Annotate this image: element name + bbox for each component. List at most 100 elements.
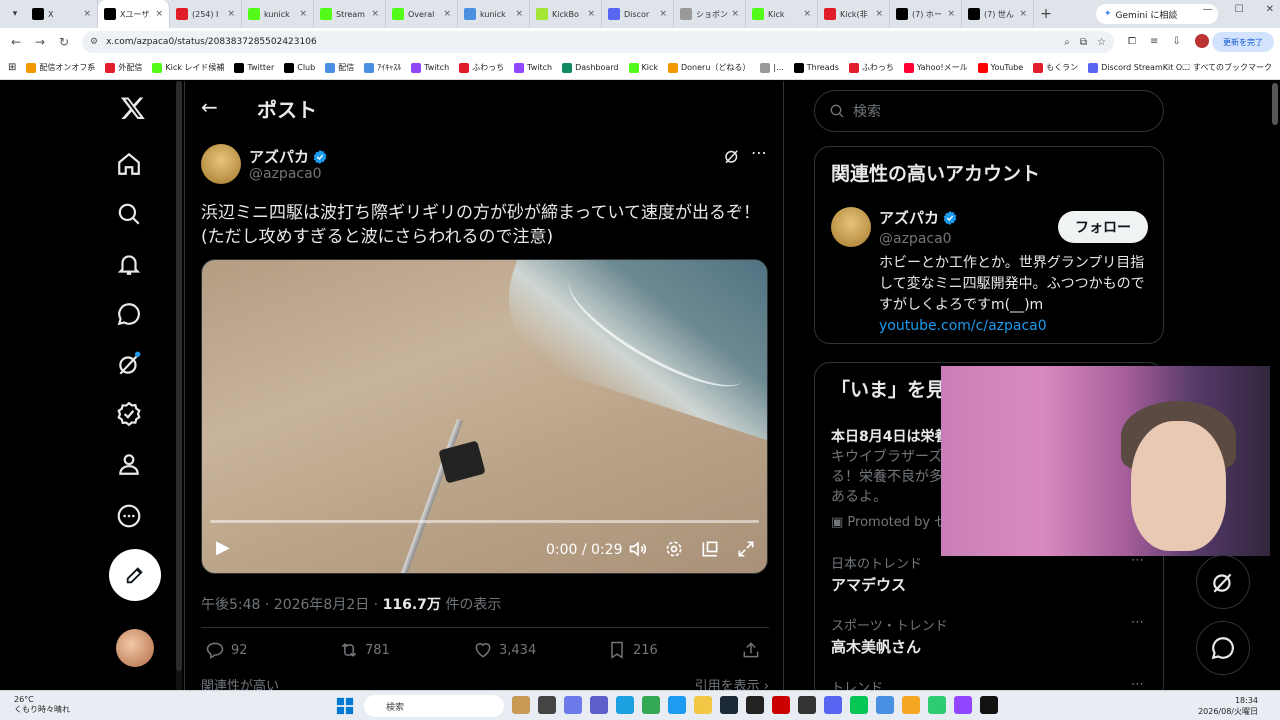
app-icon[interactable]: [668, 696, 686, 714]
compose-button[interactable]: [109, 549, 161, 601]
tab-close-icon[interactable]: ×: [947, 9, 955, 19]
like-button[interactable]: 3,434: [473, 640, 536, 660]
browser-tab[interactable]: Stream ×: [314, 0, 386, 28]
bookmark-item[interactable]: ｱｲｷｬｽﾙ: [364, 62, 401, 73]
back-icon[interactable]: ←: [4, 35, 28, 49]
tab-close-icon[interactable]: ×: [875, 9, 883, 19]
app-icon[interactable]: [902, 696, 920, 714]
tab-close-icon[interactable]: ×: [443, 9, 451, 19]
reply-button[interactable]: 92: [205, 640, 248, 660]
discord-icon[interactable]: [824, 696, 842, 714]
app-icon[interactable]: [746, 696, 764, 714]
browser-tab[interactable]: KickBo ×: [530, 0, 602, 28]
page-scrollbar[interactable]: [1270, 81, 1280, 690]
browser-tab[interactable]: (7) ホー ×: [890, 0, 962, 28]
bookmark-item[interactable]: ふわっち: [848, 62, 894, 73]
bookmark-item[interactable]: Twitch: [514, 62, 552, 73]
tab-close-icon[interactable]: ×: [587, 9, 595, 19]
tab-close-icon[interactable]: ×: [227, 9, 235, 19]
explore-icon[interactable]: [116, 201, 142, 227]
url-field[interactable]: ⚙ x.com/azpaca0/status/20838372855024231…: [82, 31, 1114, 53]
tab-close-icon[interactable]: ×: [803, 9, 811, 19]
all-bookmarks[interactable]: 🗀 すべてのブックマーク: [1182, 62, 1272, 76]
browser-tab[interactable]: (7) 世ん ×: [962, 0, 1034, 28]
bookmark-item[interactable]: Twitch: [411, 62, 449, 73]
author-handle[interactable]: @azpaca0: [249, 166, 322, 182]
grok-explain-icon[interactable]: [723, 147, 741, 165]
browser-tab[interactable]: kunick ×: [242, 0, 314, 28]
fullscreen-icon[interactable]: [736, 539, 756, 559]
minimize-icon[interactable]: —: [1203, 4, 1213, 15]
back-arrow-icon[interactable]: ←: [201, 95, 218, 119]
new-tab-button[interactable]: +: [1034, 6, 1058, 22]
record-icon[interactable]: [772, 696, 790, 714]
browser-tab[interactable]: (254) I ×: [170, 0, 242, 28]
browser-tab[interactable]: ショボン ×: [674, 0, 746, 28]
video-progress-bar[interactable]: [210, 520, 759, 523]
profile-avatar[interactable]: [1194, 34, 1209, 48]
bookmark-item[interactable]: Doneru（どねる）: [668, 62, 750, 73]
related-bio-link[interactable]: youtube.com/c/azpaca0: [879, 316, 1149, 337]
related-handle[interactable]: @azpaca0: [879, 231, 952, 247]
left-scrollbar[interactable]: [176, 81, 182, 690]
premium-icon[interactable]: [116, 401, 142, 427]
extensions-icon[interactable]: ⧠: [1128, 36, 1136, 47]
clock[interactable]: 18:34 2026/08/火曜日: [1198, 695, 1258, 717]
bookmark-item[interactable]: Kick: [628, 62, 658, 73]
account-avatar[interactable]: [116, 629, 154, 667]
browser-tab[interactable]: X ×: [26, 0, 98, 28]
trend-more-icon[interactable]: ⋯: [1131, 615, 1144, 630]
bookmark-item[interactable]: |...: [760, 62, 784, 73]
tab-close-icon[interactable]: ×: [515, 9, 523, 19]
tab-close-icon[interactable]: ×: [659, 9, 667, 19]
line-icon[interactable]: [850, 696, 868, 714]
task-view-icon[interactable]: [538, 696, 556, 714]
app-icon[interactable]: [928, 696, 946, 714]
chrome-icon[interactable]: [642, 696, 660, 714]
tab-close-icon[interactable]: ×: [155, 9, 163, 19]
forward-icon[interactable]: →: [28, 35, 52, 49]
browser-tab[interactable]: Kick(非 ×: [818, 0, 890, 28]
trend-item[interactable]: スポーツ・トレンド 高木美帆さん: [831, 615, 948, 657]
browser-tab[interactable]: Xユーザ ×: [98, 0, 170, 28]
bookmark-item[interactable]: YouTube: [977, 62, 1023, 73]
post-timestamp[interactable]: 午後5:48 · 2026年8月2日 ·: [201, 597, 383, 613]
trend-item[interactable]: 日本のトレンド アマデウス: [831, 553, 922, 595]
close-icon[interactable]: ✕: [1266, 4, 1274, 15]
bookmark-item[interactable]: Twitter: [234, 62, 274, 73]
bookmark-item[interactable]: 外配信: [105, 62, 142, 73]
messages-icon[interactable]: [116, 301, 142, 327]
zoom-icon[interactable]: ⌕: [1064, 37, 1070, 48]
grok-float-button[interactable]: [1196, 555, 1250, 609]
gemini-button[interactable]: ✦ Gemini に相談: [1096, 4, 1218, 24]
reply-sort-label[interactable]: 関連性が高い: [201, 679, 279, 690]
windows-start-icon[interactable]: [336, 697, 354, 715]
obs-icon[interactable]: [798, 696, 816, 714]
app-icon[interactable]: [954, 696, 972, 714]
tab-close-icon[interactable]: ×: [299, 9, 307, 19]
follow-button[interactable]: フォロー: [1058, 211, 1148, 243]
notifications-icon[interactable]: [116, 251, 142, 277]
tab-close-icon[interactable]: ×: [371, 9, 379, 19]
cast-icon[interactable]: ⧉: [1080, 37, 1087, 48]
bookmark-item[interactable]: 配信: [325, 62, 354, 73]
home-icon[interactable]: [116, 151, 142, 177]
browser-tab[interactable]: Discor ×: [602, 0, 674, 28]
bookmark-item[interactable]: Yahoo!メール: [903, 62, 968, 73]
tab-close-icon[interactable]: ×: [731, 9, 739, 19]
app-icon[interactable]: [512, 696, 530, 714]
bookmark-item[interactable]: Club: [284, 62, 315, 73]
author-name[interactable]: アズパカ: [249, 146, 328, 167]
copilot-icon[interactable]: [564, 696, 582, 714]
maximize-icon[interactable]: ☐: [1235, 4, 1244, 15]
apps-icon[interactable]: ⊞: [8, 62, 16, 73]
browser-tab[interactable]: Overal ×: [386, 0, 458, 28]
related-name[interactable]: アズパカ: [879, 207, 958, 228]
more-options-icon[interactable]: ⋯: [751, 143, 767, 162]
browser-tab[interactable]: kunick ×: [458, 0, 530, 28]
settings-icon[interactable]: [664, 539, 684, 559]
play-icon[interactable]: ▶: [216, 537, 230, 558]
tab-close-icon[interactable]: ×: [83, 9, 91, 19]
weather-widget[interactable]: 26°C くもり時々晴れ: [14, 695, 70, 715]
taskbar-search[interactable]: 検索: [364, 695, 504, 717]
